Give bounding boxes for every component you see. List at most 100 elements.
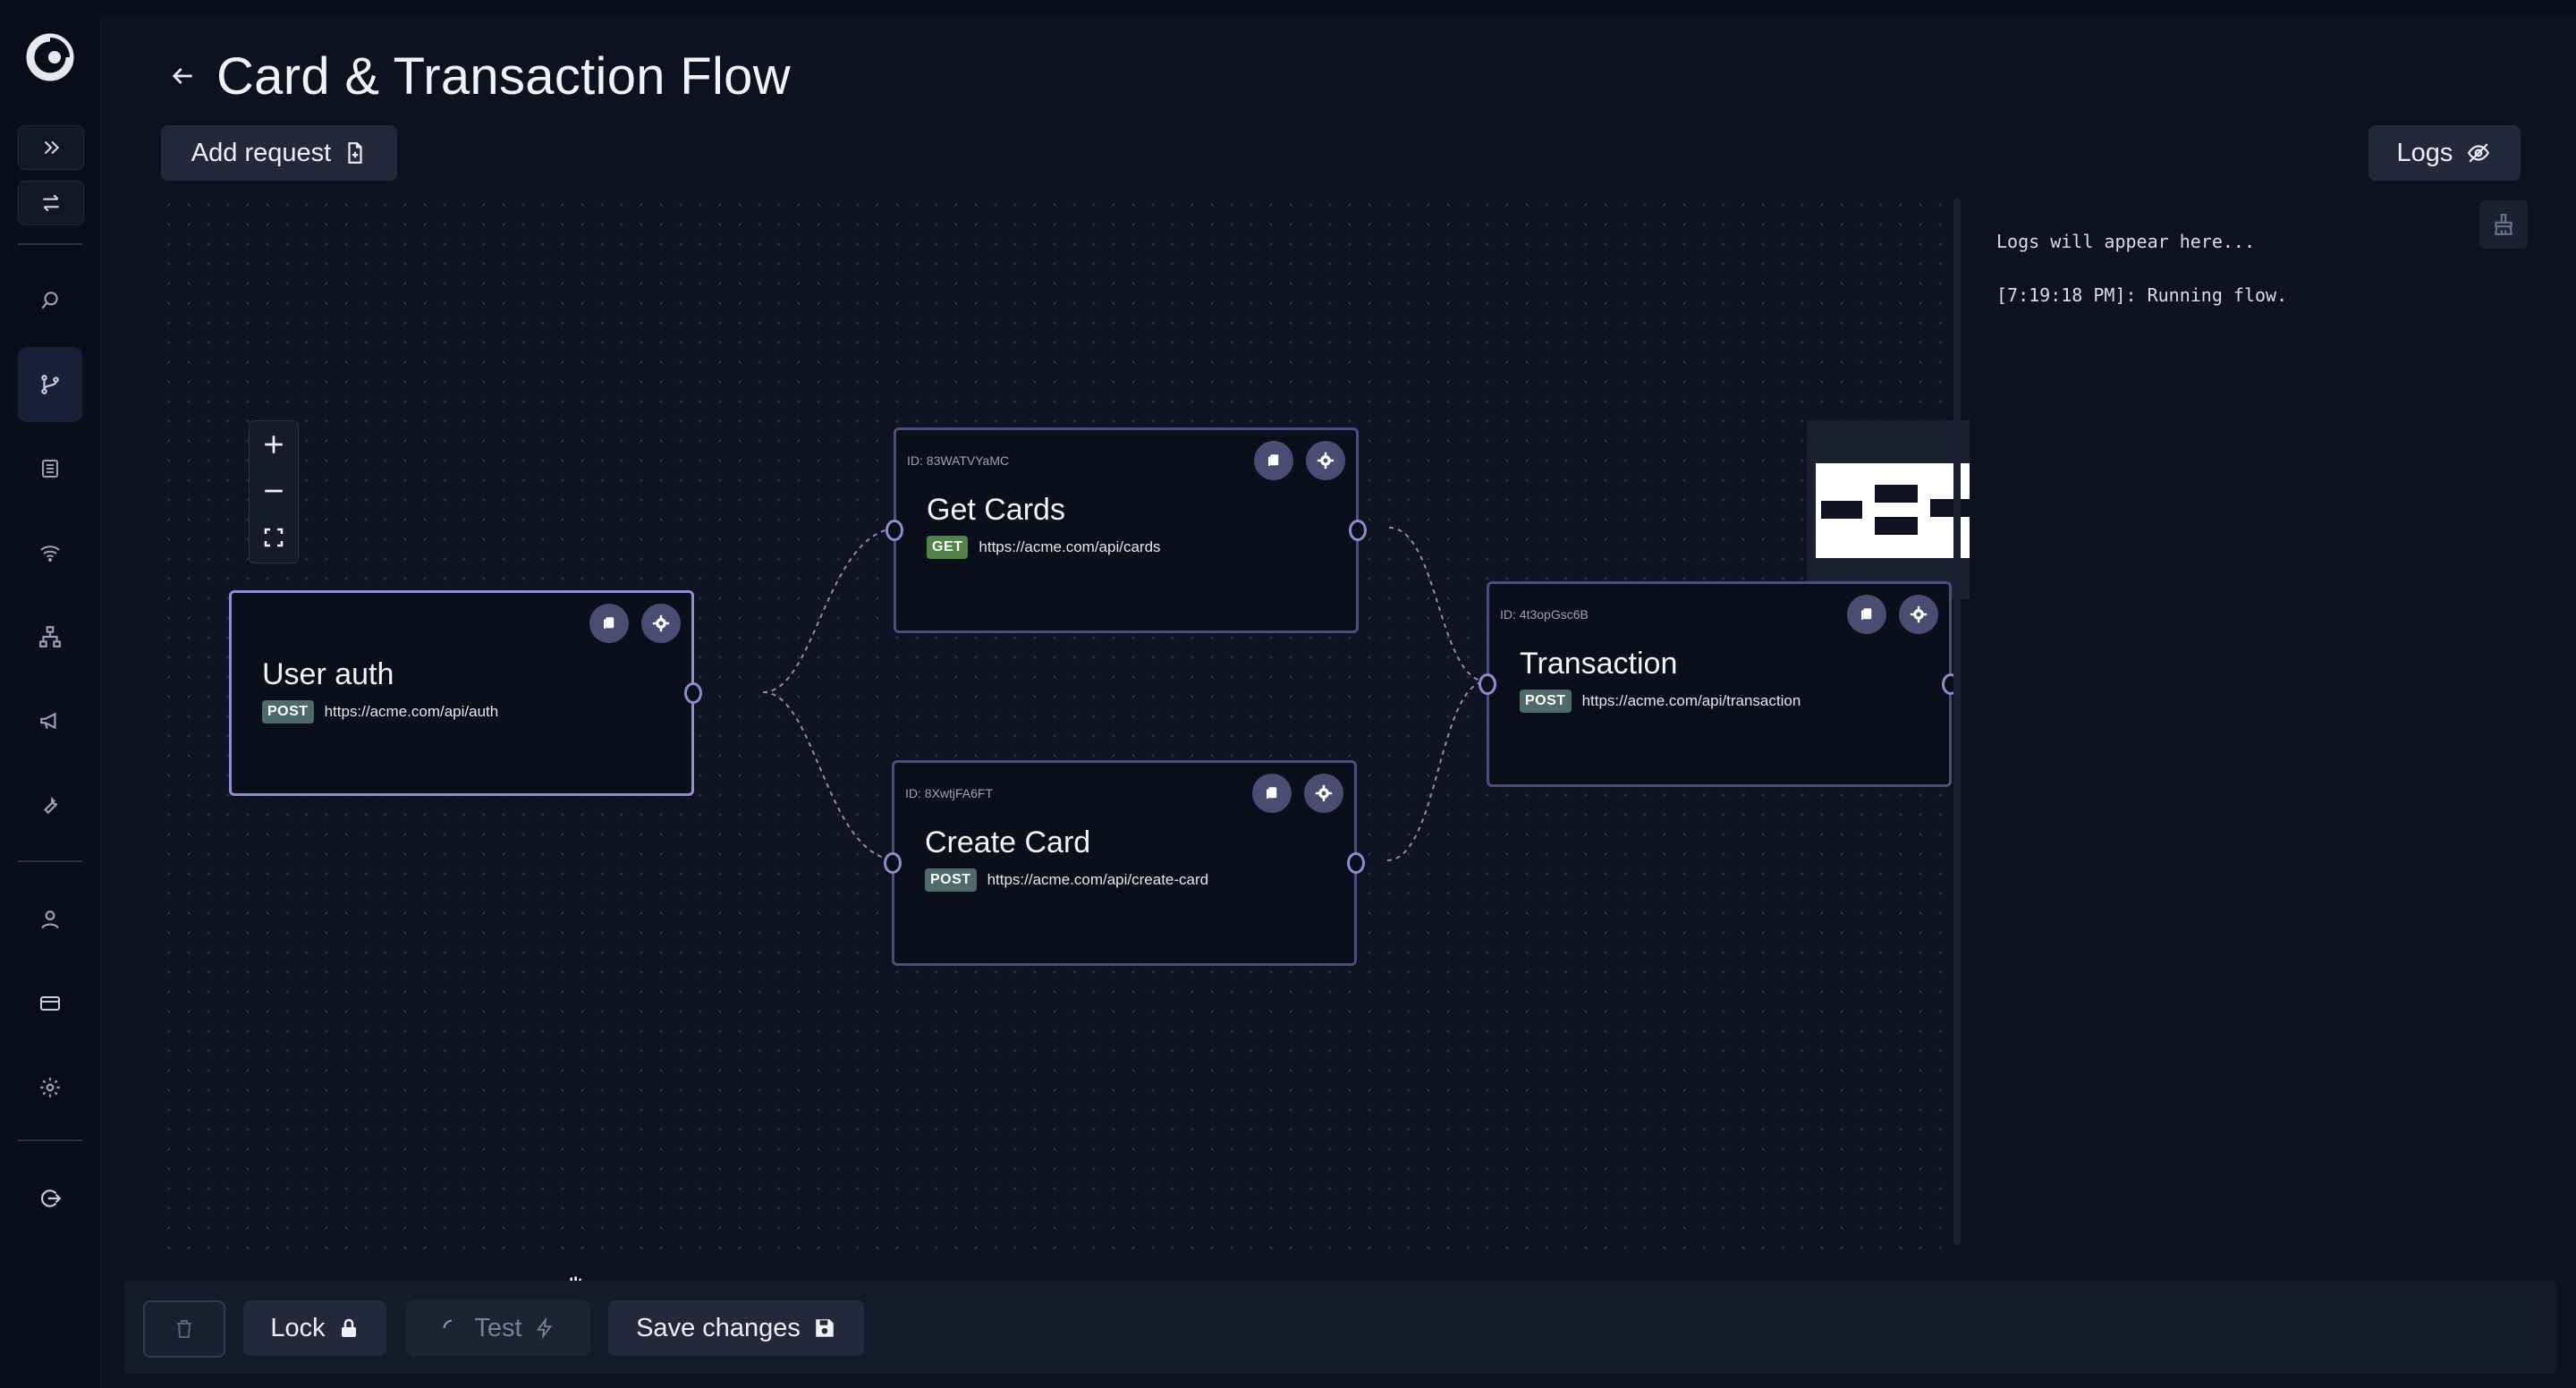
sidebar-divider	[18, 1139, 82, 1141]
sidebar-item-settings[interactable]	[18, 1062, 82, 1113]
node-settings-button[interactable]	[1899, 595, 1938, 634]
search-icon	[41, 292, 58, 309]
node-title: User auth	[262, 657, 394, 691]
node-output-handle[interactable]	[1349, 520, 1367, 541]
log-entry: [7:19:18 PM]: Running flow.	[1996, 284, 2288, 306]
flow-node-transaction[interactable]: ID: 4t3opGsc6B Transaction POST https://…	[1479, 581, 1960, 787]
sidebar-switch-button[interactable]	[18, 181, 84, 225]
page-header: Card & Transaction Flow	[168, 45, 791, 107]
zoom-in-button[interactable]	[250, 421, 298, 468]
logs-placeholder: Logs will appear here...	[1996, 231, 2255, 252]
logout-icon	[40, 1189, 62, 1207]
lock-button[interactable]: Lock	[243, 1300, 386, 1356]
copy-icon	[1861, 608, 1872, 620]
fit-view-button[interactable]	[250, 514, 298, 561]
double-chevron-right-icon	[44, 140, 60, 155]
clear-logs-button[interactable]	[2479, 200, 2528, 249]
node-copy-button[interactable]	[589, 604, 629, 643]
minimap-node	[1875, 485, 1918, 503]
node-id: ID: 8XwtjFA6FT	[905, 786, 994, 800]
flow-node-user-auth[interactable]: User auth POST https://acme.com/api/auth	[229, 590, 702, 796]
add-request-button[interactable]: Add request	[161, 125, 397, 181]
sidebar-item-logout[interactable]	[18, 1173, 82, 1223]
lock-icon	[341, 1318, 356, 1337]
minus-icon	[265, 489, 283, 493]
sidebar-item-flows[interactable]	[18, 347, 82, 422]
node-copy-button[interactable]	[1254, 441, 1293, 480]
save-changes-button[interactable]: Save changes	[608, 1300, 864, 1356]
logs-label: Logs	[2396, 138, 2453, 167]
bottom-action-bar: Lock Test Save changes	[123, 1281, 2556, 1374]
zoom-out-button[interactable]	[250, 468, 298, 514]
sidebar-item-explore[interactable]	[18, 275, 82, 326]
node-url: https://acme.com/api/cards	[979, 538, 1161, 555]
swap-arrows-icon	[43, 194, 59, 212]
flow-canvas[interactable]: User auth POST https://acme.com/api/auth…	[159, 195, 1986, 1301]
copy-icon	[1268, 454, 1279, 466]
node-settings-button[interactable]	[1304, 774, 1343, 813]
node-copy-button[interactable]	[1252, 774, 1292, 813]
minimap-node	[1821, 501, 1862, 519]
flow-node-create-card[interactable]: ID: 8XwtjFA6FT Create Card POST https://…	[884, 760, 1365, 966]
lock-label: Lock	[270, 1313, 326, 1342]
node-settings-button[interactable]	[1306, 441, 1345, 480]
node-output-handle[interactable]	[1347, 852, 1365, 874]
edge-auth-getcards	[762, 527, 902, 693]
flow-node-get-cards[interactable]: ID: 83WATVYaMC Get Cards GET https://acm…	[886, 427, 1367, 633]
arrow-left-icon[interactable]	[168, 62, 197, 90]
node-request-row: GET https://acme.com/api/cards	[927, 536, 1161, 559]
sidebar-item-announcements[interactable]	[18, 696, 82, 746]
file-plus-icon	[348, 142, 362, 164]
lightning-icon	[536, 1316, 552, 1340]
minimap-node	[1930, 499, 1973, 517]
edge-auth-createcard	[762, 691, 900, 861]
node-title: Transaction	[1520, 647, 1678, 681]
node-settings-button[interactable]	[641, 604, 681, 643]
sidebar-item-profile[interactable]	[18, 894, 82, 944]
sitemap-icon	[39, 626, 61, 647]
node-input-handle[interactable]	[884, 852, 902, 874]
app-logo[interactable]	[25, 32, 75, 82]
sidebar-item-network[interactable]	[18, 528, 82, 578]
logs-toggle-button[interactable]: Logs	[2368, 125, 2521, 181]
node-output-handle[interactable]	[684, 682, 702, 704]
eye-off-icon	[2468, 143, 2490, 163]
gear-icon	[1317, 452, 1335, 470]
copy-icon	[1267, 787, 1277, 799]
credit-card-icon	[40, 996, 60, 1011]
minimap-node	[1875, 517, 1918, 535]
list-icon	[42, 460, 58, 478]
broom-icon	[2495, 214, 2512, 235]
sidebar-item-docs[interactable]	[18, 444, 82, 494]
sidebar-item-structure[interactable]	[18, 612, 82, 662]
page-title: Card & Transaction Flow	[216, 47, 791, 106]
node-url: https://acme.com/api/auth	[324, 703, 499, 720]
node-url: https://acme.com/api/create-card	[987, 871, 1209, 888]
node-id: ID: 83WATVYaMC	[907, 453, 1010, 468]
sidebar-item-tools[interactable]	[18, 780, 82, 830]
delete-flow-button[interactable]	[143, 1300, 225, 1358]
add-request-label: Add request	[191, 138, 332, 167]
node-input-handle[interactable]	[1479, 673, 1496, 695]
gear-icon	[1315, 784, 1333, 802]
plus-icon	[265, 436, 283, 453]
node-request-row: POST https://acme.com/api/transaction	[1520, 690, 1801, 713]
wifi-icon	[40, 546, 60, 562]
node-id: ID: 4t3opGsc6B	[1500, 607, 1589, 622]
git-branch-icon	[41, 375, 59, 394]
edge-getcards-transaction	[1388, 527, 1487, 682]
node-copy-button[interactable]	[1847, 595, 1886, 634]
method-badge: POST	[1520, 690, 1572, 713]
node-request-row: POST https://acme.com/api/create-card	[925, 868, 1208, 892]
sidebar-item-billing[interactable]	[18, 978, 82, 1028]
test-label: Test	[474, 1313, 522, 1342]
spinner-icon	[444, 1319, 453, 1329]
edge-createcard-transaction	[1386, 681, 1487, 861]
gear-icon	[1910, 605, 1928, 623]
sidebar-expand-button[interactable]	[18, 125, 84, 170]
node-input-handle[interactable]	[886, 520, 903, 541]
panel-resizer[interactable]	[1953, 199, 1961, 1245]
user-icon	[41, 910, 59, 929]
test-button[interactable]: Test	[406, 1300, 590, 1356]
node-request-row: POST https://acme.com/api/auth	[262, 700, 498, 724]
